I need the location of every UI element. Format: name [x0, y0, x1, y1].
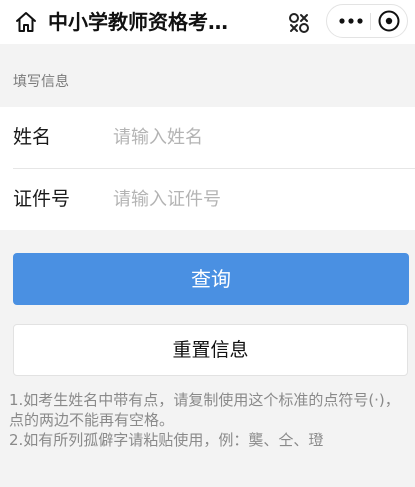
notes-block: 1.如考生姓名中带有点，请复制使用这个标准的点符号(·)，点的两边不能再有空格。…: [9, 390, 407, 450]
note-1: 1.如考生姓名中带有点，请复制使用这个标准的点符号(·)，点的两边不能再有空格。: [9, 391, 400, 429]
id-number-input[interactable]: [113, 181, 403, 217]
capsule-divider: [370, 13, 371, 30]
more-dots-icon[interactable]: [333, 5, 369, 37]
form-section-label: 填写信息: [13, 74, 69, 90]
mini-program-capsule: [326, 4, 408, 38]
name-label: 姓名: [13, 126, 52, 148]
form-card: 姓名 证件号: [0, 107, 415, 230]
note-2: 2.如有所列孤僻字请粘贴使用，例：龑、仝、璒: [9, 431, 324, 449]
id-number-label: 证件号: [13, 188, 71, 210]
name-input[interactable]: [113, 119, 403, 155]
top-navigation-bar: 中小学教师资格考…: [0, 0, 415, 44]
reset-button[interactable]: 重置信息: [13, 324, 408, 376]
scan-icon[interactable]: [285, 9, 313, 37]
id-number-row: 证件号: [0, 169, 415, 230]
query-button[interactable]: 查询: [13, 253, 409, 305]
name-row: 姓名: [0, 107, 415, 168]
page-title: 中小学教师资格考…: [48, 10, 228, 34]
home-icon[interactable]: [14, 10, 38, 34]
close-circle-icon[interactable]: [377, 9, 401, 33]
